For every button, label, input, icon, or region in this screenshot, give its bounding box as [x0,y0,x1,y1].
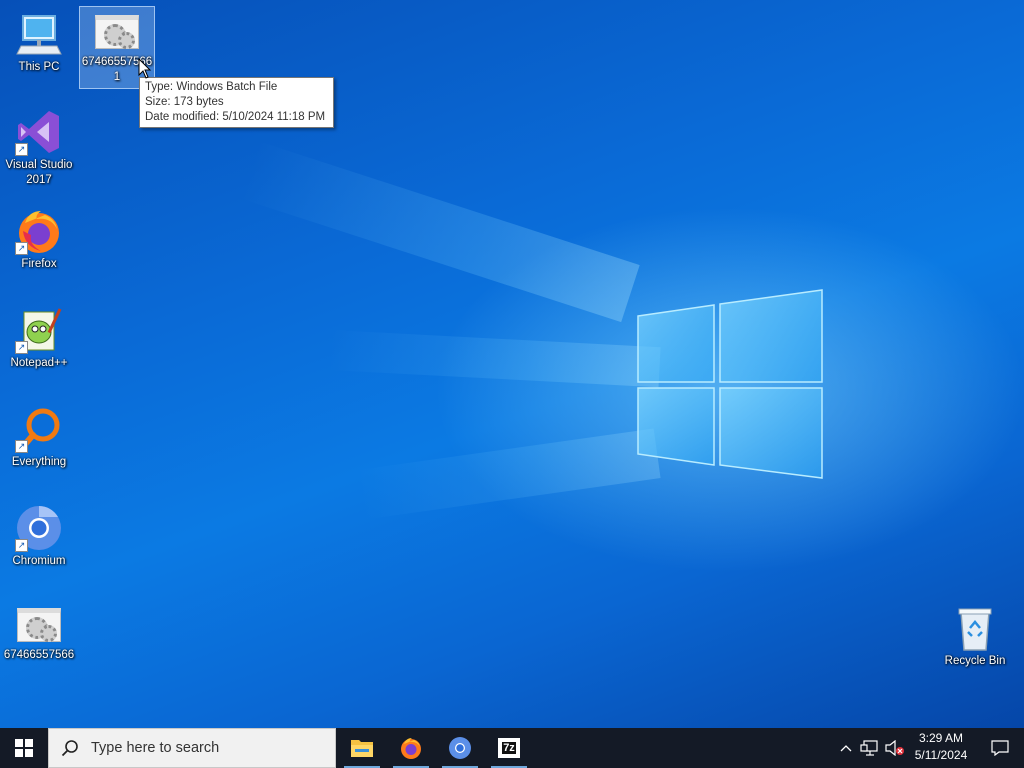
desktop-icon-label-line2: 2017 [26,174,52,186]
desktop-icon-batch-file-2[interactable]: 67466557566 [1,600,77,663]
light-beam-decoration [356,428,661,520]
recycle-bin-icon [951,604,999,652]
shortcut-arrow-icon: ↗ [15,539,28,552]
shortcut-arrow-icon: ↗ [15,341,28,354]
tooltip-size: Size: 173 bytes [145,96,224,108]
taskbar-app-chromium[interactable] [440,728,480,768]
taskbar-app-7zip[interactable]: 7z [489,728,529,768]
firefox-icon: ↗ [15,207,63,255]
7zip-icon: 7z [498,738,520,758]
notifications-icon [991,740,1009,756]
action-center-button[interactable] [984,728,1016,768]
shortcut-arrow-icon: ↗ [15,242,28,255]
clock-time: 3:29 AM [918,731,964,745]
notepadpp-icon: ↗ [15,306,63,354]
clock-date: 5/11/2024 [914,748,968,762]
chromium-icon: ↗ [15,504,63,552]
desktop-icon-label: Visual Studio [5,159,73,171]
everything-icon: ↗ [15,405,63,453]
desktop-icon-label: Everything [11,456,67,468]
windows-start-icon [15,739,33,757]
volume-button[interactable] [884,728,906,768]
system-tray: 3:29 AM 5/11/2024 [824,728,1024,768]
folder-icon [351,740,373,757]
batch-file-icon [17,608,61,642]
desktop-icon-chromium[interactable]: ↗ Chromium [1,500,77,569]
tooltip-date: Date modified: 5/10/2024 11:18 PM [145,111,326,123]
mouse-cursor-icon [138,58,152,79]
taskbar: Type here to search 7z 3:29 AM 5/11/2024 [0,728,1024,768]
start-button[interactable] [0,728,48,768]
desktop-icon-label: Chromium [12,555,66,567]
tooltip-type: Type: Windows Batch File [145,81,278,93]
light-beam-decoration [328,330,661,388]
show-hidden-icons-button[interactable] [836,728,856,768]
chevron-up-icon [840,745,852,752]
search-placeholder: Type here to search [91,740,220,756]
volume-muted-icon [885,740,904,756]
desktop-icon-label: Recycle Bin [944,655,1006,667]
desktop-icon-visual-studio[interactable]: ↗ Visual Studio 2017 [1,104,77,188]
search-icon [61,740,78,757]
desktop-icon-recycle-bin[interactable]: Recycle Bin [937,600,1013,669]
network-button[interactable] [858,728,880,768]
desktop-icon-this-pc[interactable]: This PC [1,6,77,75]
7zip-icon-label: 7z [502,742,516,754]
visual-studio-icon: ↗ [15,108,63,156]
shortcut-arrow-icon: ↗ [15,440,28,453]
desktop-icon-notepadpp[interactable]: ↗ Notepad++ [1,302,77,371]
desktop-icon-label: This PC [18,61,60,73]
desktop-icon-label: 67466557566 [3,649,75,661]
desktop[interactable]: This PC 67466557566 1 ↗ Visual Studio 20… [0,0,1024,728]
network-icon [860,740,878,756]
taskbar-app-firefox[interactable] [391,728,431,768]
taskbar-search-box[interactable]: Type here to search [48,728,336,768]
shortcut-arrow-icon: ↗ [15,143,28,156]
windows-logo-wallpaper [637,289,823,479]
desktop-icon-everything[interactable]: ↗ Everything [1,401,77,470]
taskbar-clock[interactable]: 3:29 AM 5/11/2024 [906,730,976,764]
batch-file-icon [95,15,139,49]
chromium-icon [449,737,471,759]
taskbar-app-file-explorer[interactable] [342,728,382,768]
file-info-tooltip: Type: Windows Batch File Size: 173 bytes… [139,77,334,128]
firefox-icon [401,738,421,759]
desktop-icon-firefox[interactable]: ↗ Firefox [1,203,77,272]
desktop-icon-label: Notepad++ [10,357,68,369]
computer-icon [15,10,63,58]
light-beam-decoration [240,141,640,323]
desktop-icon-label: Firefox [21,258,57,270]
